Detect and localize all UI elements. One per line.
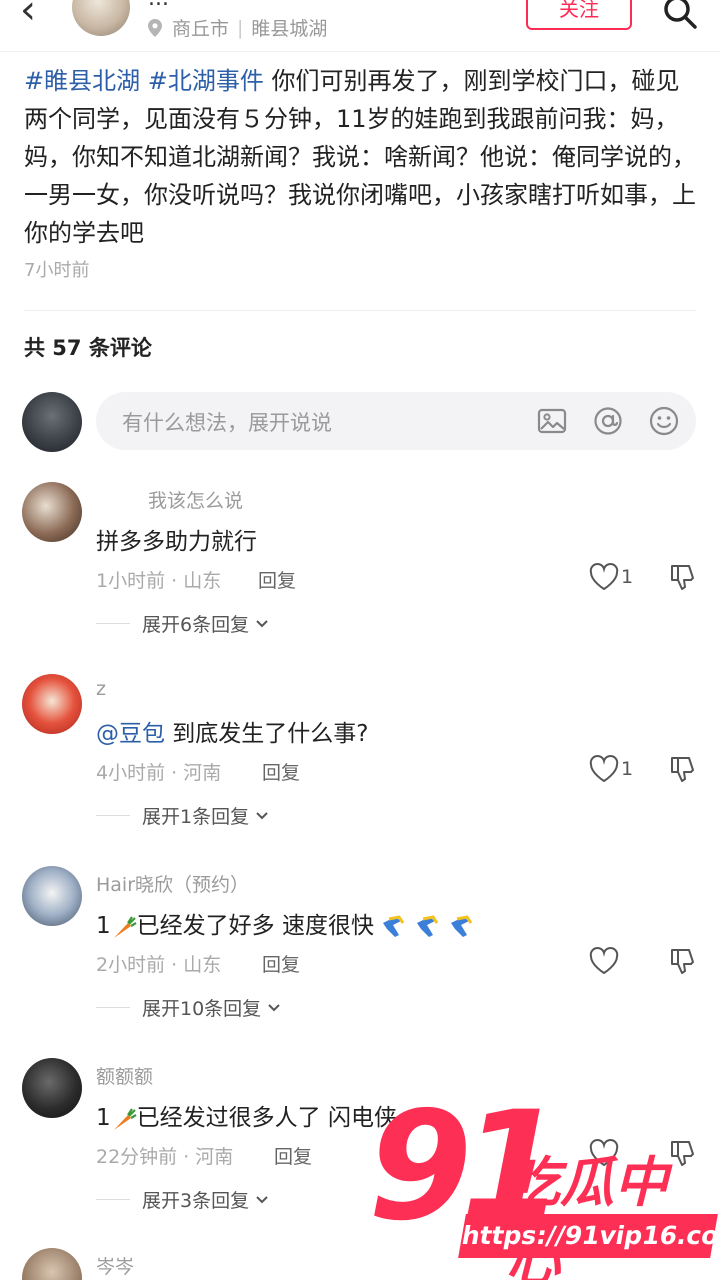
back-icon[interactable]: ‹ [20, 0, 36, 30]
comment-body: 1 [96, 913, 111, 939]
comment-text: 1 已经发了好多 速度很快 [96, 906, 485, 941]
reply-button[interactable]: 回复 [262, 950, 300, 977]
comment-text: 1 已经发过很多人了 闪电侠 [96, 1098, 397, 1132]
mention-icon[interactable] [592, 405, 624, 437]
lightning-man-icon [383, 914, 473, 937]
comment-item: Hair晓欣（预约） 1 已经发了好多 速度很快 2小时前 · 山东 回复 展开1… [0, 866, 720, 1056]
author-name[interactable]: ... [148, 0, 169, 11]
carrot-icon [113, 915, 137, 938]
reply-button[interactable]: 回复 [258, 566, 296, 593]
expand-replies-label: 展开1条回复 [142, 806, 250, 828]
chevron-down-icon [268, 1003, 280, 1011]
comment-meta: 1小时前 · 山东 [96, 570, 222, 592]
comment-body: 1 [96, 1105, 111, 1131]
reply-button[interactable]: 回复 [262, 758, 300, 785]
like-icon[interactable] [588, 562, 620, 592]
comments-count: 共 57 条评论 [24, 336, 152, 360]
watermark-logo: 91 吃瓜中心 https://91vip16.com [368, 1080, 720, 1280]
my-avatar [22, 392, 82, 452]
comment-item: 我该怎么说 拼多多助力就行 1小时前 · 山东 回复 1 展开6条回复 [0, 482, 720, 672]
commenter-name[interactable]: z [96, 678, 106, 700]
comment-meta: 4小时前 · 河南 [96, 762, 222, 784]
commenter-avatar[interactable] [22, 674, 82, 734]
search-icon[interactable] [660, 0, 700, 32]
commenter-avatar[interactable] [22, 1058, 82, 1118]
comment-text: @豆包 到底发生了什么事? [96, 714, 369, 748]
location-city: 商丘市 [172, 18, 230, 40]
commenter-avatar[interactable] [22, 482, 82, 542]
author-location: 商丘市 | 睢县城湖 [148, 14, 327, 41]
commenter-avatar[interactable] [22, 1248, 82, 1280]
like-icon[interactable] [588, 754, 620, 784]
expand-line [96, 1007, 130, 1008]
comment-body: 到底发生了什么事? [165, 721, 369, 747]
post-text: #睢县北湖 #北湖事件 你们可别再发了，刚到学校门口，碰见两个同学，见面没有５分… [24, 62, 700, 252]
comment-meta: 22分钟前 · 河南 [96, 1146, 234, 1168]
emoji-icon[interactable] [648, 405, 680, 437]
hashtag-link[interactable]: #睢县北湖 [24, 67, 140, 95]
mention-link[interactable]: @豆包 [96, 721, 165, 747]
reply-button[interactable]: 回复 [274, 1142, 312, 1169]
dislike-icon[interactable] [668, 946, 696, 976]
dislike-icon[interactable] [668, 754, 696, 784]
follow-button[interactable]: 关注 [526, 0, 632, 30]
expand-line [96, 623, 130, 624]
expand-replies-label: 展开3条回复 [142, 1190, 250, 1212]
watermark-text: 吃瓜中心 [506, 1151, 668, 1280]
post-time: 7小时前 [24, 260, 90, 281]
dislike-icon[interactable] [668, 562, 696, 592]
commenter-name[interactable]: 我该怎么说 [148, 486, 243, 513]
chevron-down-icon [256, 619, 268, 627]
comment-body: 已经发过很多人了 闪电侠 [136, 1105, 397, 1131]
carrot-icon [113, 1107, 137, 1130]
expand-replies-button[interactable]: 展开6条回复 [96, 610, 269, 637]
expand-line [96, 815, 130, 816]
expand-replies-button[interactable]: 展开10条回复 [96, 994, 281, 1021]
expand-replies-button[interactable]: 展开3条回复 [96, 1186, 269, 1213]
commenter-avatar[interactable] [22, 866, 82, 926]
image-icon[interactable] [536, 405, 568, 437]
comment-input[interactable]: 有什么想法，展开说说 [96, 392, 696, 450]
like-icon[interactable] [588, 946, 620, 976]
like-count: 1 [621, 758, 634, 780]
location-pin-icon [148, 18, 162, 37]
comment-input-placeholder: 有什么想法，展开说说 [122, 411, 332, 435]
divider [24, 310, 696, 311]
expand-line [96, 1199, 130, 1200]
comment-meta: 2小时前 · 山东 [96, 954, 222, 976]
chevron-down-icon [256, 1195, 268, 1203]
location-separator: | [237, 16, 244, 39]
comment-body: 已经发了好多 速度很快 [136, 913, 374, 939]
like-count: 1 [621, 566, 634, 588]
expand-replies-button[interactable]: 展开1条回复 [96, 802, 269, 829]
watermark-url: https://91vip16.com [458, 1214, 720, 1258]
author-avatar[interactable] [72, 0, 130, 36]
commenter-name[interactable]: Hair晓欣（预约） [96, 870, 249, 897]
top-bar: ‹ ... 商丘市 | 睢县城湖 关注 [0, 0, 720, 52]
chevron-down-icon [256, 811, 268, 819]
comment-text: 拼多多助力就行 [96, 529, 257, 555]
expand-replies-label: 展开6条回复 [142, 614, 250, 636]
hashtag-link[interactable]: #北湖事件 [148, 67, 264, 95]
comment-item: z @豆包 到底发生了什么事? 4小时前 · 河南 回复 1 展开1条回复 [0, 674, 720, 864]
expand-replies-label: 展开10条回复 [142, 998, 262, 1020]
commenter-name[interactable]: 岑岑 [96, 1252, 134, 1279]
commenter-name[interactable]: 额额额 [96, 1062, 153, 1089]
location-area: 睢县城湖 [251, 18, 328, 40]
